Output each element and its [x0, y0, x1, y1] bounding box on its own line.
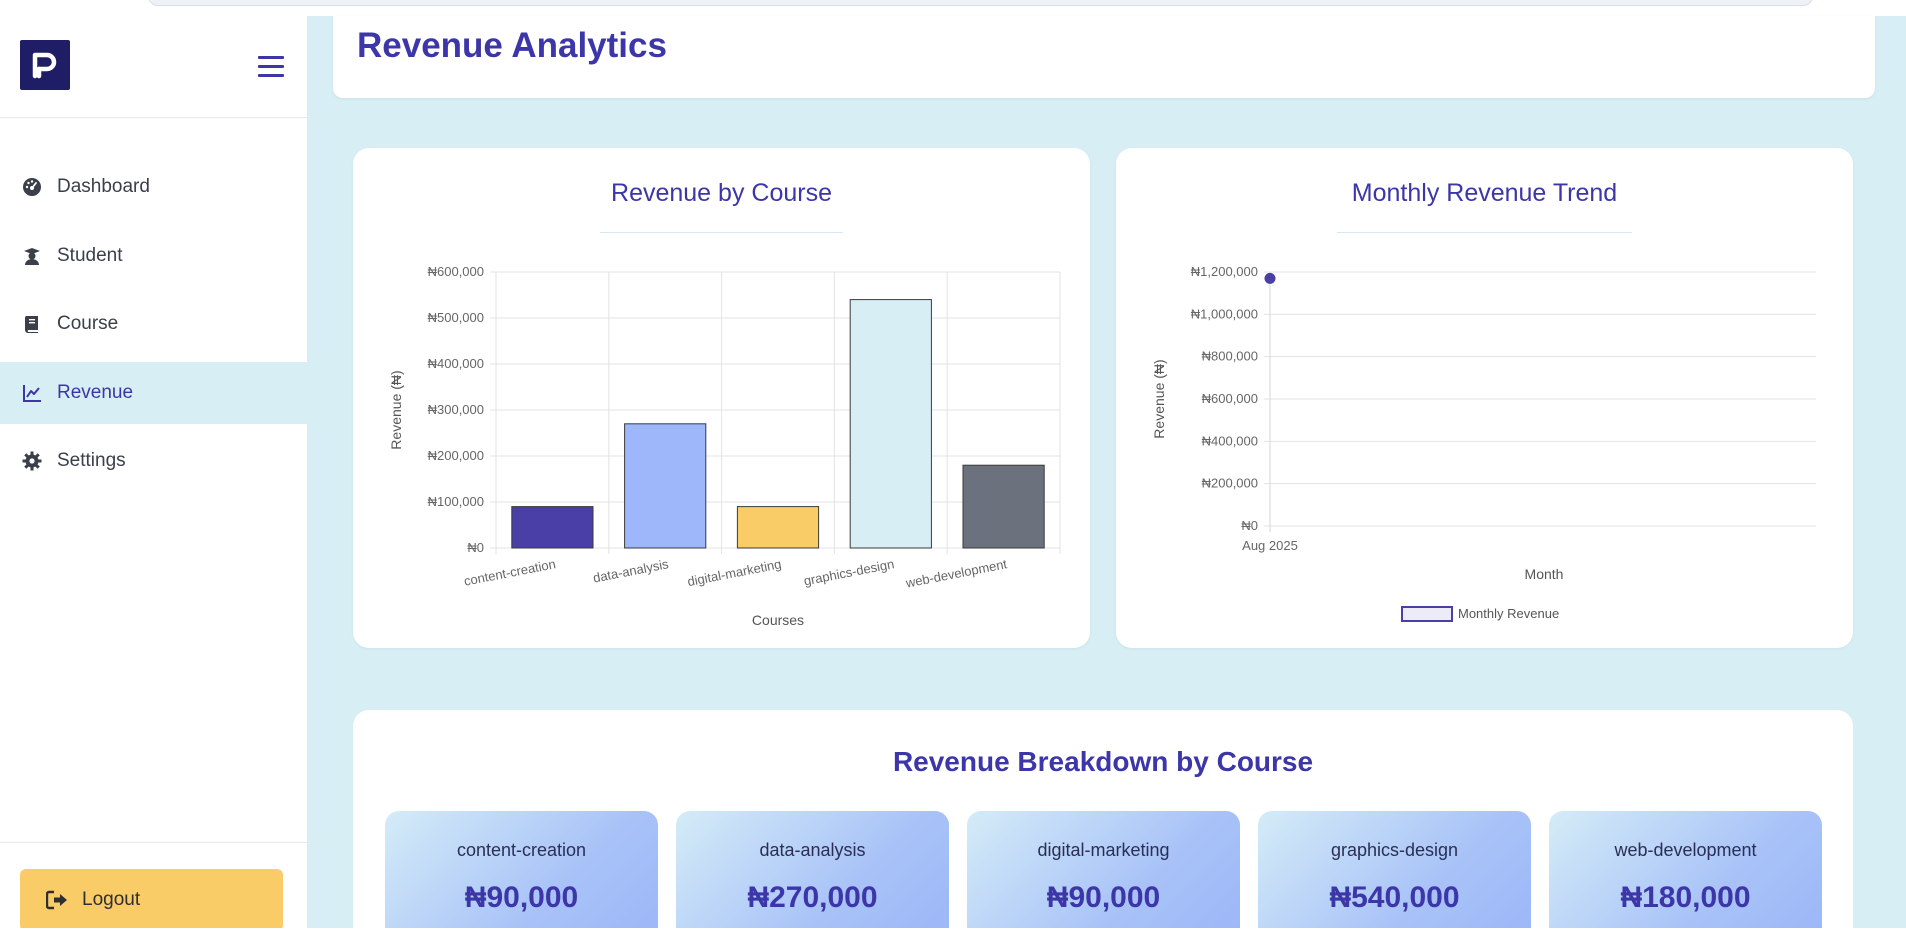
gear-icon: [22, 451, 42, 471]
menu-toggle-icon[interactable]: [258, 56, 284, 78]
y-tick-label: ₦100,000: [428, 494, 484, 509]
breakdown-tile-data-analysis: data-analysis ₦270,000: [676, 811, 949, 931]
y-axis-title: Revenue (₦): [1151, 359, 1167, 438]
bar: [849, 299, 932, 549]
monthly-revenue-trend-card: Monthly Revenue Trend ₦0 ₦200,000 ₦400,000…: [1116, 148, 1853, 648]
tile-course-name: graphics-design: [1330, 840, 1459, 860]
breakdown-tile-web-development: web-development ₦180,000: [1549, 811, 1822, 931]
tile-course-name: web-development: [1614, 840, 1757, 860]
y-tick-label: ₦600,000: [1202, 391, 1258, 406]
legend-swatch: [1401, 606, 1453, 622]
sidebar-item-settings[interactable]: Settings: [0, 430, 308, 492]
y-tick-label: ₦400,000: [428, 356, 484, 371]
y-tick-label: ₦200,000: [1202, 476, 1258, 491]
page-header: Revenue Analytics: [333, 16, 1875, 98]
sidebar-item-label: Student: [57, 244, 123, 266]
sidebar-item-label: Settings: [57, 450, 126, 471]
section-title: Revenue Breakdown by Course: [892, 746, 1314, 777]
sidebar: Dashboard Student Course Revenue Setting…: [0, 16, 308, 931]
sidebar-item-course[interactable]: Course: [0, 293, 308, 355]
x-axis-title: Month: [1525, 566, 1564, 582]
sidebar-header: [0, 16, 308, 118]
y-tick-label: ₦300,000: [428, 402, 484, 417]
x-tick-label: content-creation: [463, 556, 557, 589]
logout-icon: [46, 890, 67, 910]
y-tick-label: ₦800,000: [1202, 349, 1258, 364]
x-tick-label: digital-marketing: [686, 556, 782, 589]
sidebar-footer: Logout: [0, 842, 308, 931]
y-tick-label: ₦200,000: [428, 448, 484, 463]
tile-amount: ₦180,000: [1620, 881, 1751, 914]
tile-course-name: digital-marketing: [1037, 840, 1170, 860]
x-tick-label: Aug 2025: [1242, 538, 1298, 553]
logo-p-icon: [32, 52, 57, 79]
tile-amount: ₦270,000: [747, 881, 878, 914]
monthly-revenue-trend-chart: ₦0 ₦200,000 ₦400,000 ₦600,000 ₦800,000 ₦1,000…: [1151, 264, 1816, 622]
dashboard-gauge-icon: [23, 178, 41, 196]
tile-course-name: content-creation: [456, 840, 587, 860]
bar: [511, 506, 594, 549]
book-icon: [24, 316, 38, 333]
tile-amount: ₦90,000: [1046, 881, 1161, 914]
app-logo[interactable]: [20, 40, 70, 90]
tile-amount: ₦540,000: [1329, 881, 1460, 914]
y-tick-label: ₦400,000: [1202, 433, 1258, 448]
x-axis-title: Courses: [752, 612, 804, 628]
sidebar-item-label: Course: [57, 313, 119, 334]
logout-button[interactable]: Logout: [20, 869, 283, 931]
tile-amount: ₦90,000: [464, 881, 579, 914]
logout-label: Logout: [82, 889, 141, 910]
breakdown-tile-digital-marketing: digital-marketing ₦90,000: [967, 811, 1240, 931]
sidebar-item-dashboard[interactable]: Dashboard: [0, 156, 308, 218]
x-tick-label: graphics-design: [802, 556, 895, 588]
y-tick-label: ₦0: [467, 540, 484, 555]
tile-course-name: data-analysis: [759, 840, 866, 860]
y-axis-title: Revenue (₦): [388, 370, 404, 449]
y-tick-label: ₦600,000: [428, 264, 484, 279]
sidebar-item-label: Revenue: [57, 381, 134, 403]
revenue-by-course-card: Revenue by Course ₦0 ₦100,000 ₦200,000 ₦300…: [353, 148, 1090, 648]
data-point: [1264, 272, 1276, 284]
y-tick-label: ₦1,000,000: [1191, 306, 1258, 321]
page-title: Revenue Analytics: [357, 26, 667, 65]
bar: [736, 506, 820, 549]
revenue-breakdown-section: Revenue Breakdown by Course content-crea…: [353, 710, 1853, 931]
sidebar-nav: Dashboard Student Course Revenue Setting…: [0, 156, 308, 499]
breakdown-tile-graphics-design: graphics-design ₦540,000: [1258, 811, 1531, 931]
browser-top-strip: [0, 0, 1906, 16]
sidebar-item-student[interactable]: Student: [0, 225, 308, 287]
chart-line-icon: [23, 384, 41, 402]
sidebar-item-revenue[interactable]: Revenue: [0, 361, 308, 424]
bar: [962, 464, 1045, 549]
y-tick-label: ₦1,200,000: [1191, 264, 1258, 279]
sidebar-item-label: Dashboard: [57, 176, 150, 197]
x-tick-label: web-development: [904, 556, 1009, 591]
y-tick-label: ₦0: [1241, 518, 1258, 533]
top-search-bar[interactable]: [148, 0, 1813, 6]
revenue-by-course-chart: ₦0 ₦100,000 ₦200,000 ₦300,000 ₦400,000 ₦500,0…: [388, 264, 1061, 628]
student-icon: [24, 247, 40, 265]
bar: [624, 423, 707, 549]
breakdown-tile-content-creation: content-creation ₦90,000: [385, 811, 658, 931]
legend-label: Monthly Revenue: [1458, 606, 1559, 621]
x-tick-label: data-analysis: [592, 556, 671, 585]
y-tick-label: ₦500,000: [428, 310, 484, 325]
